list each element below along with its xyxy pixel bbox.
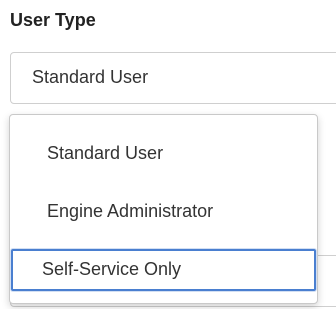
- option-engine-administrator[interactable]: Engine Administrator: [10, 189, 317, 233]
- user-type-label: User Type: [10, 10, 96, 30]
- option-self-service-only[interactable]: Self-Service Only: [10, 247, 317, 291]
- user-type-dropdown-menu: Standard User Engine Administrator Self-…: [9, 114, 318, 304]
- user-type-select[interactable]: Standard User: [10, 52, 336, 104]
- option-self-service-only-label: Self-Service Only: [42, 259, 182, 279]
- option-standard-user[interactable]: Standard User: [10, 131, 317, 175]
- user-type-selected-value: Standard User: [32, 67, 149, 87]
